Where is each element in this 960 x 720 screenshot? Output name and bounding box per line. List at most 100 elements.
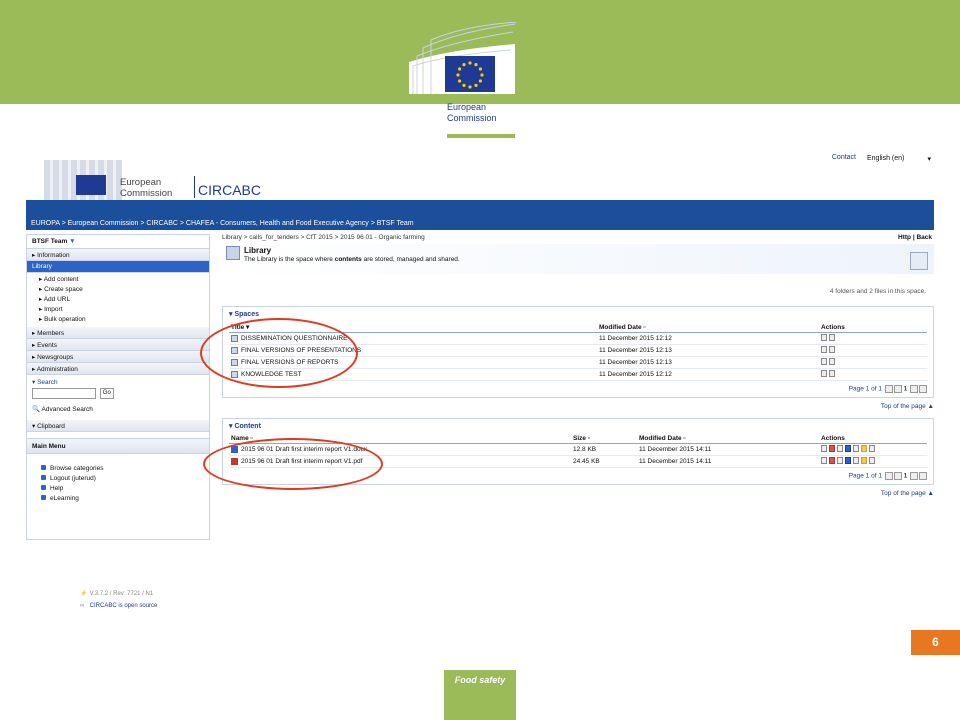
magnifier-icon: 🔍	[32, 406, 41, 413]
nav-events[interactable]: ▸ Events	[27, 339, 209, 351]
files-highlight-circle	[203, 438, 383, 490]
eu-flag-icon	[76, 175, 106, 195]
search-input[interactable]	[32, 388, 96, 399]
bullet-icon	[41, 485, 46, 490]
move-icon[interactable]	[837, 445, 843, 452]
next-page-icon[interactable]	[910, 472, 918, 480]
spaces-pager: Page 1 of 1 1	[229, 385, 927, 393]
language-select[interactable]: English (en) ▾	[864, 154, 934, 165]
edit-icon[interactable]	[869, 457, 875, 464]
move-icon[interactable]	[837, 457, 843, 464]
item-count: 4 folders and 2 files in this space.	[829, 288, 926, 295]
nav-members[interactable]: ▸ Members	[27, 327, 209, 339]
ec-logo-underline	[447, 134, 515, 138]
link-icon: ∞	[80, 603, 85, 609]
ec-logo-text: European Commission	[447, 102, 497, 123]
email-icon[interactable]	[861, 457, 867, 464]
first-page-icon[interactable]	[884, 385, 893, 393]
help-back-links[interactable]: Http | Back	[898, 234, 932, 241]
app-name: CIRCABC	[198, 182, 262, 198]
circabc-header: European Commission CIRCABC	[44, 160, 264, 200]
download-icon[interactable]	[829, 445, 835, 452]
prev-page-icon[interactable]	[893, 385, 902, 393]
copy-icon[interactable]	[853, 457, 859, 464]
search-label[interactable]: ▾ Search	[32, 378, 204, 386]
column-header-size[interactable]: Size ▫	[571, 434, 637, 444]
circabc-screenshot: Contact English (en) ▾ European Commissi…	[26, 150, 934, 550]
bullet-icon	[41, 495, 46, 500]
left-navigation: BTSF Team ▼ ▸ Information Library ▸ Add …	[26, 234, 210, 540]
lightning-icon: ⚡	[80, 591, 88, 597]
open-source-link[interactable]: ∞ CIRCABC is open source	[80, 600, 157, 612]
properties-icon[interactable]	[821, 334, 827, 341]
main-menu-title: Main Menu	[27, 438, 209, 454]
bulk-operation-link[interactable]: ▸ Bulk operation	[39, 315, 199, 325]
chevron-down-icon: ▼	[69, 238, 76, 245]
library-description: The Library is the space where contents …	[244, 256, 460, 263]
circabc-ec-text: European Commission	[120, 177, 173, 199]
advanced-search-link[interactable]: 🔍 Advanced Search	[32, 405, 204, 413]
search-section: ▾ Search Go 🔍 Advanced Search	[27, 375, 209, 416]
logout-link[interactable]: Logout (juterud)	[27, 474, 209, 484]
browse-categories-link[interactable]: Browse categories	[27, 464, 209, 474]
first-page-icon[interactable]	[884, 472, 893, 480]
properties-icon[interactable]	[821, 370, 827, 377]
library-book-icon	[226, 246, 240, 260]
nav-clipboard[interactable]: ▾ Clipboard	[27, 420, 209, 432]
top-of-page-link[interactable]: Top of the page ▲	[222, 490, 934, 497]
update-icon[interactable]	[845, 457, 851, 464]
edit-icon[interactable]	[869, 445, 875, 452]
nav-library[interactable]: Library	[27, 261, 209, 273]
spaces-highlight-circle	[200, 318, 358, 388]
breadcrumb-text[interactable]: EUROPA > European Commission > CIRCABC >…	[31, 220, 414, 227]
header-separator	[194, 176, 195, 198]
chevron-down-icon: ▾	[927, 156, 931, 163]
properties-icon[interactable]	[821, 445, 827, 452]
nav-administration[interactable]: ▸ Administration	[27, 363, 209, 375]
content-title[interactable]: ▾ Content	[229, 422, 927, 434]
properties-icon[interactable]	[821, 358, 827, 365]
add-url-link[interactable]: ▸ Add URL	[39, 295, 199, 305]
next-page-icon[interactable]	[910, 385, 918, 393]
import-link[interactable]: ▸ Import	[39, 305, 199, 315]
breadcrumb: EUROPA > European Commission > CIRCABC >…	[26, 200, 934, 230]
download-icon[interactable]	[829, 457, 835, 464]
email-icon[interactable]	[861, 445, 867, 452]
column-header-modified[interactable]: Modified Date ▫	[597, 322, 819, 333]
library-title: Library	[244, 246, 272, 255]
contact-link[interactable]: Contact	[832, 154, 856, 165]
eu-flag-icon	[445, 56, 495, 92]
copy-icon[interactable]	[829, 346, 835, 353]
library-actions: ▸ Add content ▸ Create space ▸ Add URL ▸…	[27, 273, 209, 327]
elearning-link[interactable]: eLearning	[27, 494, 209, 504]
column-header-actions: Actions	[819, 434, 927, 444]
bullet-icon	[41, 465, 46, 470]
help-link[interactable]: Help	[27, 484, 209, 494]
slide-page-number: 6	[911, 630, 960, 655]
copy-icon[interactable]	[829, 358, 835, 365]
update-icon[interactable]	[845, 445, 851, 452]
top-of-page-link[interactable]: Top of the page ▲	[222, 403, 934, 410]
nav-information[interactable]: ▸ Information	[27, 249, 209, 261]
library-header: Library The Library is the space where c…	[222, 244, 934, 274]
copy-icon[interactable]	[853, 445, 859, 452]
column-header-modified[interactable]: Modified Date ▫	[637, 434, 819, 444]
prev-page-icon[interactable]	[893, 472, 902, 480]
main-menu: Main Menu Browse categories Logout (jute…	[27, 438, 209, 504]
nav-newsgroups[interactable]: ▸ Newsgroups	[27, 351, 209, 363]
properties-icon[interactable]	[821, 457, 827, 464]
eu-flag-icon[interactable]	[910, 252, 928, 270]
library-path[interactable]: Library > calls_for_tenders > CfT 2015 >…	[222, 234, 934, 244]
copy-icon[interactable]	[829, 334, 835, 341]
copy-icon[interactable]	[829, 370, 835, 377]
column-header-actions: Actions	[819, 322, 927, 333]
properties-icon[interactable]	[821, 346, 827, 353]
create-space-link[interactable]: ▸ Create space	[39, 285, 199, 295]
add-content-link[interactable]: ▸ Add content	[39, 275, 199, 285]
last-page-icon[interactable]	[919, 385, 927, 393]
spaces-title[interactable]: ▾ Spaces	[229, 310, 927, 322]
last-page-icon[interactable]	[919, 472, 927, 480]
search-go-button[interactable]: Go	[99, 388, 114, 399]
bullet-icon	[41, 475, 46, 480]
group-title[interactable]: BTSF Team ▼	[27, 235, 209, 249]
